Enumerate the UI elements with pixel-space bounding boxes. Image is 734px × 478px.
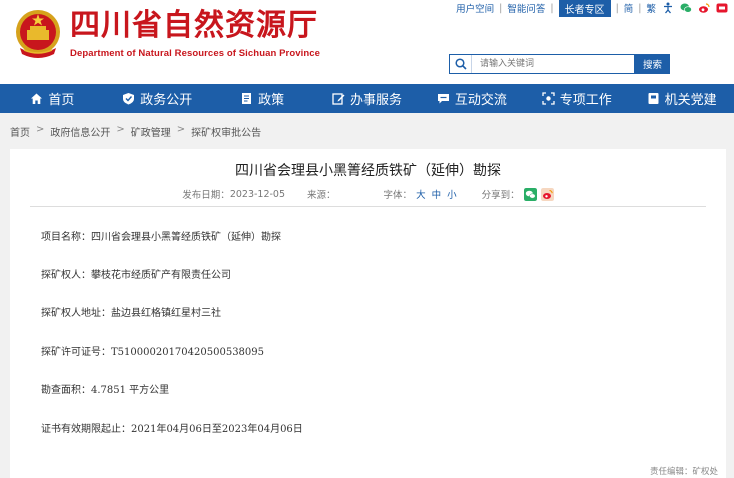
document-icon xyxy=(242,93,252,104)
nav-item-government-affairs[interactable]: 政务公开 xyxy=(105,84,210,113)
site-header: 四川省自然资源厅 Department of Natural Resources… xyxy=(0,0,734,84)
search-button[interactable]: 搜索 xyxy=(635,54,670,74)
responsible-editor: 责任编辑：矿权处 xyxy=(649,467,718,477)
site-subtitle: Department of Natural Resources of Sichu… xyxy=(70,48,321,59)
article-card: 四川省会理县小黑箐经质铁矿（延伸）勘探 发布日期： 2023-12-05 来源：… xyxy=(10,149,726,478)
traditional-link[interactable]: 繁 xyxy=(646,1,656,15)
article-paragraph: 项目名称：四川省会理县小黑箐经质铁矿（延伸）勘探 xyxy=(41,232,281,243)
article-paragraph: 证书有效期限起止：2021年04月06日至2023年04月06日 xyxy=(41,424,303,435)
share-label: 分享到： xyxy=(481,190,520,201)
top-links: 用户空间 | 智能问答 | 长者专区 | 简 | 繁 xyxy=(456,0,728,17)
breadcrumb-separator: > xyxy=(36,124,45,135)
search-icon[interactable] xyxy=(450,55,472,73)
font-small-button[interactable]: 小 xyxy=(447,190,457,201)
edit-icon xyxy=(332,93,345,105)
share-wechat-icon[interactable] xyxy=(523,187,537,201)
site-title: 四川省自然资源厅 xyxy=(70,8,318,43)
breadcrumb-exploration-notice[interactable]: 探矿权审批公告 xyxy=(191,124,261,139)
source-label: 来源： xyxy=(307,190,336,201)
publish-date-label: 发布日期： xyxy=(182,190,230,201)
meta-divider xyxy=(30,206,706,207)
focus-icon xyxy=(542,92,555,105)
nav-item-services[interactable]: 办事服务 xyxy=(315,84,420,113)
chat-icon xyxy=(437,94,449,104)
article-paragraph: 探矿权人：攀枝花市经质矿产有限责任公司 xyxy=(41,270,231,281)
share-weibo-icon[interactable] xyxy=(540,187,554,201)
nav-item-party-building[interactable]: 机关党建 xyxy=(629,84,734,113)
breadcrumb-info-disclosure[interactable]: 政府信息公开 xyxy=(50,124,110,139)
nav-item-interaction[interactable]: 互动交流 xyxy=(419,84,524,113)
weibo-icon[interactable] xyxy=(698,2,710,14)
search-box xyxy=(449,54,635,74)
breadcrumb-separator: > xyxy=(116,124,125,135)
nav-item-policy[interactable]: 政策 xyxy=(210,84,315,113)
book-icon xyxy=(648,93,659,104)
article-meta: 发布日期： 2023-12-05 来源： 字体： 大 中 小 分享到： xyxy=(10,187,726,201)
breadcrumb-separator: > xyxy=(176,124,186,135)
main-nav: 首页 政务公开 政策 办事服务 互动交流 专项工作 机关党建 xyxy=(0,84,734,113)
smart-qa-link[interactable]: 智能问答 xyxy=(507,1,545,15)
shield-icon xyxy=(123,93,135,105)
app-icon[interactable] xyxy=(716,2,728,14)
article-paragraph: 探矿权人地址：盐边县红格镇红星村三社 xyxy=(41,308,221,319)
home-icon xyxy=(31,93,43,104)
breadcrumb-home[interactable]: 首页 xyxy=(10,124,30,139)
article-paragraph: 探矿许可证号：T51000020170420500538095 xyxy=(41,347,265,358)
accessibility-icon[interactable] xyxy=(662,2,674,14)
elder-zone-link[interactable]: 长者专区 xyxy=(558,0,611,17)
font-size-label: 字体： xyxy=(383,190,413,201)
article-title: 四川省会理县小黑箐经质铁矿（延伸）勘探 xyxy=(235,163,501,179)
article-paragraph: 勘查面积：4.7851 平方公里 xyxy=(41,385,170,396)
font-large-button[interactable]: 大 xyxy=(416,190,426,201)
wechat-icon[interactable] xyxy=(680,2,692,14)
breadcrumb: 首页 > 政府信息公开 > 矿政管理 > 探矿权审批公告 xyxy=(10,124,261,139)
user-space-link[interactable]: 用户空间 xyxy=(456,1,494,15)
national-emblem-icon xyxy=(16,10,60,58)
publish-date: 2023-12-05 xyxy=(229,188,286,200)
nav-item-special-work[interactable]: 专项工作 xyxy=(524,84,629,113)
search-input[interactable] xyxy=(472,56,622,72)
simplified-link[interactable]: 简 xyxy=(624,1,634,15)
nav-item-home[interactable]: 首页 xyxy=(0,84,105,113)
font-medium-button[interactable]: 中 xyxy=(432,190,442,201)
breadcrumb-mining-admin[interactable]: 矿政管理 xyxy=(131,124,171,139)
